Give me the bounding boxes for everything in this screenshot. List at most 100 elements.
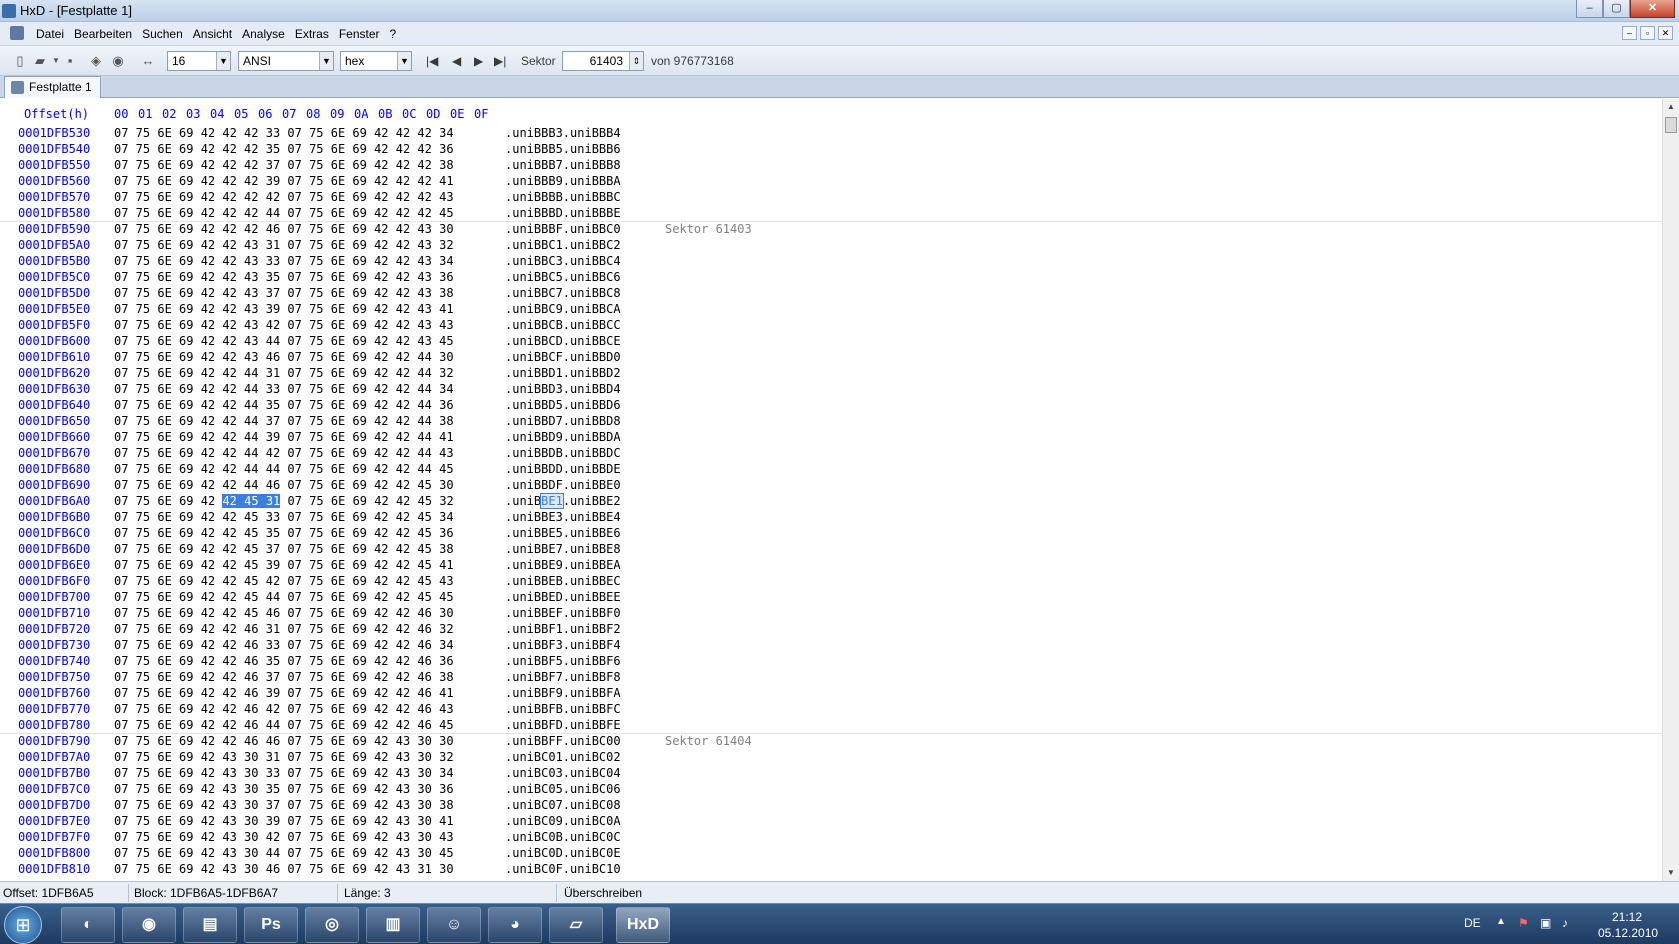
close-button[interactable]: ✕ xyxy=(1630,0,1675,18)
hex-byte[interactable]: 75 xyxy=(309,494,323,508)
row-text[interactable]: .uniBBE9.uniBBEA xyxy=(505,558,621,572)
vertical-scrollbar[interactable]: ▲ ▼ xyxy=(1662,99,1679,881)
row-hex-bytes[interactable]: 07 75 6E 69 42 42 43 39 07 75 6E 69 42 4… xyxy=(114,302,454,316)
chevron-down-icon[interactable]: ▼ xyxy=(319,52,333,70)
row-hex-bytes[interactable]: 07 75 6E 69 42 42 43 42 07 75 6E 69 42 4… xyxy=(114,318,454,332)
chevron-down-icon[interactable]: ▼ xyxy=(397,52,411,70)
row-text[interactable]: .uniBBFD.uniBBFE xyxy=(505,718,621,732)
bytes-per-row-select[interactable]: 16 ▼ xyxy=(167,51,231,71)
row-hex-bytes[interactable]: 07 75 6E 69 42 43 30 31 07 75 6E 69 42 4… xyxy=(114,750,454,764)
chevron-down-icon[interactable]: ▼ xyxy=(216,52,230,70)
network-icon[interactable]: ▣ xyxy=(1540,916,1551,930)
row-text[interactable]: .uniBBB3.uniBBB4 xyxy=(505,126,621,140)
previous-sector-button[interactable]: ◀ xyxy=(452,54,461,68)
row-text[interactable]: .uniBC03.uniBC04 xyxy=(505,766,621,780)
first-sector-button[interactable]: |◀ xyxy=(426,54,438,68)
last-sector-button[interactable]: ▶| xyxy=(494,54,506,68)
hex-byte[interactable]: 69 xyxy=(353,494,367,508)
hex-byte[interactable]: 6E xyxy=(157,494,171,508)
volume-icon[interactable]: ♪ xyxy=(1562,916,1568,930)
row-hex-bytes[interactable]: 07 75 6E 69 42 42 46 37 07 75 6E 69 42 4… xyxy=(114,670,454,684)
row-text[interactable]: .uniBBD3.uniBBD4 xyxy=(505,382,621,396)
row-text[interactable]: .uniBBE7.uniBBE8 xyxy=(505,542,621,556)
row-hex-bytes[interactable]: 07 75 6E 69 42 43 30 46 07 75 6E 69 42 4… xyxy=(114,862,454,876)
row-hex-bytes[interactable]: 07 75 6E 69 42 42 43 44 07 75 6E 69 42 4… xyxy=(114,334,454,348)
mdi-restore-button[interactable]: ▫ xyxy=(1640,26,1655,40)
taskbar-app-messenger[interactable]: ☺ xyxy=(427,907,481,943)
row-text[interactable]: .uniBBCB.uniBBCC xyxy=(505,318,621,332)
status-mode[interactable]: Überschreiben xyxy=(564,886,642,900)
row-text[interactable]: .uniBBB5.uniBBB6 xyxy=(505,142,621,156)
menu-datei[interactable]: Datei xyxy=(31,27,69,41)
hex-byte[interactable]: 42 xyxy=(222,494,237,508)
row-hex-bytes[interactable]: 07 75 6E 69 42 43 30 44 07 75 6E 69 42 4… xyxy=(114,846,454,860)
row-hex-bytes[interactable]: 07 75 6E 69 42 42 44 33 07 75 6E 69 42 4… xyxy=(114,382,454,396)
spin-arrows-icon[interactable]: ⇕ xyxy=(629,52,643,70)
hex-editor[interactable]: Offset(h) 00 01 02 03 04 05 06 07 08 09 0A 0B 0C 0D 0E… xyxy=(0,99,1662,881)
mdi-close-button[interactable]: ✕ xyxy=(1658,26,1673,40)
row-text[interactable]: .uniBBD5.uniBBD6 xyxy=(505,398,621,412)
hex-byte[interactable]: 07 xyxy=(288,494,302,508)
row-text[interactable]: .uniBC09.uniBC0A xyxy=(505,814,621,828)
hex-byte[interactable]: 32 xyxy=(439,494,453,508)
sector-input[interactable]: 61403 ⇕ xyxy=(562,51,644,71)
menu-extras[interactable]: Extras xyxy=(290,27,334,41)
row-hex-bytes[interactable]: 07 75 6E 69 42 42 42 44 07 75 6E 69 42 4… xyxy=(114,206,454,220)
scroll-up-icon[interactable]: ▲ xyxy=(1663,99,1679,115)
row-text[interactable]: .uniBBED.uniBBEE xyxy=(505,590,621,604)
row-text[interactable]: .uniBBEB.uniBBEC xyxy=(505,574,621,588)
row-text[interactable]: .uniBBE3.uniBBE4 xyxy=(505,510,621,524)
taskbar-app-winrar[interactable]: ▥ xyxy=(366,907,420,943)
minimize-button[interactable]: – xyxy=(1576,0,1603,18)
row-hex-bytes[interactable]: 07 75 6E 69 42 42 45 31 07 75 6E 69 42 4… xyxy=(114,494,454,508)
open-folder-icon[interactable]: ▰ xyxy=(32,53,48,69)
row-hex-bytes[interactable]: 07 75 6E 69 42 42 45 37 07 75 6E 69 42 4… xyxy=(114,542,454,556)
row-text[interactable]: .uniBBBD.uniBBBE xyxy=(505,206,621,220)
offset-base-select[interactable]: hex ▼ xyxy=(340,51,412,71)
row-text[interactable]: .uniBC01.uniBC02 xyxy=(505,750,621,764)
row-hex-bytes[interactable]: 07 75 6E 69 42 42 43 37 07 75 6E 69 42 4… xyxy=(114,286,454,300)
next-sector-button[interactable]: ▶ xyxy=(474,54,483,68)
hex-byte[interactable]: 07 xyxy=(114,494,128,508)
menu-fenster[interactable]: Fenster xyxy=(334,27,385,41)
row-hex-bytes[interactable]: 07 75 6E 69 42 43 30 39 07 75 6E 69 42 4… xyxy=(114,814,454,828)
row-text[interactable]: .uniBBD9.uniBBDA xyxy=(505,430,621,444)
row-text[interactable]: .uniBC05.uniBC06 xyxy=(505,782,621,796)
row-text[interactable]: .uniBBC3.uniBBC4 xyxy=(505,254,621,268)
row-hex-bytes[interactable]: 07 75 6E 69 42 42 42 37 07 75 6E 69 42 4… xyxy=(114,158,454,172)
row-text[interactable]: .uniBC0D.uniBC0E xyxy=(505,846,621,860)
row-hex-bytes[interactable]: 07 75 6E 69 42 42 45 42 07 75 6E 69 42 4… xyxy=(114,574,454,588)
row-text[interactable]: .uniBBFB.uniBBFC xyxy=(505,702,621,716)
row-text[interactable]: .uniBBE5.uniBBE6 xyxy=(505,526,621,540)
row-hex-bytes[interactable]: 07 75 6E 69 42 42 45 35 07 75 6E 69 42 4… xyxy=(114,526,454,540)
hex-byte[interactable]: 45 xyxy=(244,494,259,508)
row-hex-bytes[interactable]: 07 75 6E 69 42 42 46 44 07 75 6E 69 42 4… xyxy=(114,718,454,732)
action-center-icon[interactable]: ⚑ xyxy=(1518,916,1529,930)
taskbar-app-notepad[interactable]: ▱ xyxy=(549,907,603,943)
row-hex-bytes[interactable]: 07 75 6E 69 42 42 42 39 07 75 6E 69 42 4… xyxy=(114,174,454,188)
start-button[interactable]: ⊞ xyxy=(4,906,42,944)
hex-byte[interactable]: 6E xyxy=(331,494,345,508)
row-text[interactable]: .uniBBC9.uniBBCA xyxy=(505,302,621,316)
row-hex-bytes[interactable]: 07 75 6E 69 42 42 42 46 07 75 6E 69 42 4… xyxy=(114,222,454,236)
hex-byte[interactable]: 69 xyxy=(179,494,193,508)
row-hex-bytes[interactable]: 07 75 6E 69 42 42 46 35 07 75 6E 69 42 4… xyxy=(114,654,454,668)
language-indicator[interactable]: DE xyxy=(1464,916,1481,930)
taskbar-app-photoshop[interactable]: Ps xyxy=(244,907,298,943)
row-text[interactable]: .uniBBD1.uniBBD2 xyxy=(505,366,621,380)
row-hex-bytes[interactable]: 07 75 6E 69 42 42 43 31 07 75 6E 69 42 4… xyxy=(114,238,454,252)
menu-bearbeiten[interactable]: Bearbeiten xyxy=(69,27,137,41)
row-text[interactable]: .uniBBB9.uniBBBA xyxy=(505,174,621,188)
row-hex-bytes[interactable]: 07 75 6E 69 42 42 44 31 07 75 6E 69 42 4… xyxy=(114,366,454,380)
hex-byte[interactable]: 75 xyxy=(136,494,150,508)
hex-byte[interactable]: 42 xyxy=(374,494,388,508)
row-hex-bytes[interactable]: 07 75 6E 69 42 42 42 42 07 75 6E 69 42 4… xyxy=(114,190,454,204)
menu-help[interactable]: ? xyxy=(385,27,402,41)
hex-byte[interactable]: 42 xyxy=(396,494,410,508)
row-text[interactable]: .uniBBC1.uniBBC2 xyxy=(505,238,621,252)
document-menu-icon[interactable] xyxy=(10,26,24,40)
row-hex-bytes[interactable]: 07 75 6E 69 42 42 43 33 07 75 6E 69 42 4… xyxy=(114,254,454,268)
row-text[interactable]: .uniBC07.uniBC08 xyxy=(505,798,621,812)
row-hex-bytes[interactable]: 07 75 6E 69 42 42 44 44 07 75 6E 69 42 4… xyxy=(114,462,454,476)
row-text[interactable]: .uniBBF1.uniBBF2 xyxy=(505,622,621,636)
